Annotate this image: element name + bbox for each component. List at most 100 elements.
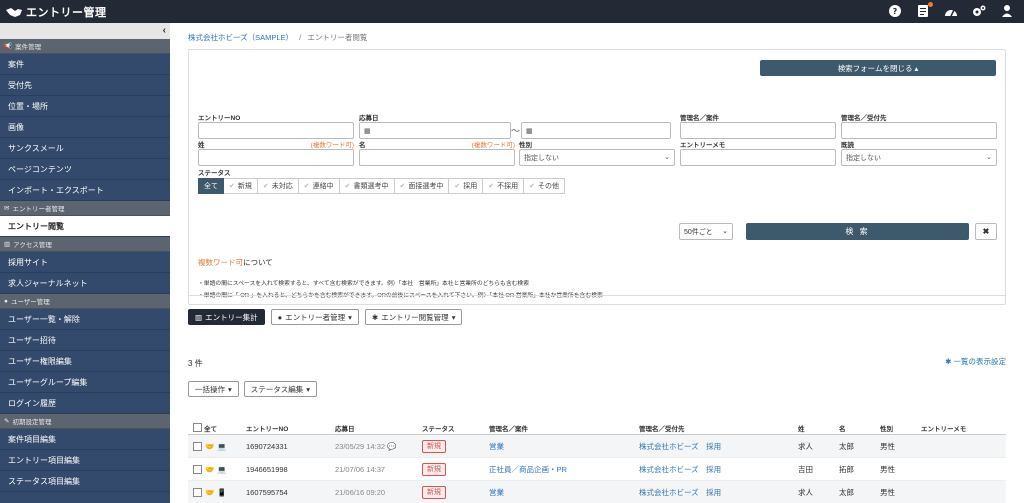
status-unhandled-button[interactable]: ✔ 未対応	[257, 178, 299, 194]
table-row[interactable]: 🤝 💻 1690724331 23/05/29 14:32 💬 新規 営業 株式会…	[188, 435, 1006, 458]
apply-date-from-input[interactable]: ▦	[359, 122, 511, 139]
last-name-input[interactable]	[198, 149, 354, 166]
entry-stats-button[interactable]: ▥ エントリー集計	[188, 309, 265, 325]
calendar-icon: ▦	[526, 127, 533, 135]
case-link[interactable]: 営業	[489, 487, 504, 498]
table-row[interactable]: 🤝 💻 1946651998 21/07/06 14:37 新規 正社員／商品企画…	[188, 458, 1006, 481]
apply-date-to-input[interactable]: ▦	[521, 122, 671, 139]
entry-view-manage-dropdown[interactable]: ✱ エントリー閲覧管理 ▾	[364, 309, 463, 325]
sidebar-item-entry-field[interactable]: エントリー項目編集	[0, 450, 170, 471]
apply-date: 21/07/06 14:37	[335, 464, 386, 474]
receiver-link[interactable]: 株式会社ホビーズ 採用	[639, 487, 721, 498]
select-all-checkbox[interactable]: 全て	[193, 423, 217, 433]
entry-no: 1690724331	[246, 441, 288, 451]
row-checkbox[interactable]	[193, 487, 202, 497]
help-icon[interactable]: ?	[888, 4, 902, 18]
sidebar-item-location[interactable]: 位置・場所	[0, 96, 170, 117]
status-edit-dropdown[interactable]: ステータス編集 ▾	[243, 381, 318, 397]
gender: 男性	[880, 464, 895, 474]
breadcrumb-company[interactable]: 株式会社ホビーズ（SAMPLE）	[188, 33, 293, 42]
sidebar-item-login-history[interactable]: ログイン履歴	[0, 393, 170, 414]
apply-date-field-group: 応募日 ▦	[359, 112, 511, 139]
sidebar-item-user-invite[interactable]: ユーザー招待	[0, 330, 170, 351]
list-display-settings-link[interactable]: ✱ 一覧の表示設定	[945, 356, 1006, 367]
status-other-button[interactable]: ✔ その他	[524, 178, 565, 194]
header-manager-receiver[interactable]: 管理名／受付先	[639, 423, 685, 433]
sidebar-item-recruit-site[interactable]: 採用サイト	[0, 252, 170, 273]
clear-icon[interactable]: ✖	[975, 223, 997, 240]
manager-receiver-field-group: 管理名／受付先	[841, 112, 997, 139]
sidebar-item-case-field[interactable]: 案件項目編集	[0, 429, 170, 450]
sidebar-item-receiver[interactable]: 受付先	[0, 75, 170, 96]
header-status[interactable]: ステータス	[422, 423, 455, 433]
dashboard-gauge-icon[interactable]	[944, 4, 958, 18]
sidebar-item-user-group[interactable]: ユーザーグループ編集	[0, 372, 170, 393]
close-search-form-button[interactable]: 検索フォームを閉じる ▴	[760, 60, 996, 76]
breadcrumb: 株式会社ホビーズ（SAMPLE） / エントリー者閲覧	[188, 32, 367, 43]
bar-chart-icon: ▥	[4, 241, 11, 248]
sidebar-item-page-content[interactable]: ページコンテンツ	[0, 159, 170, 180]
sidebar-collapse[interactable]: ‹	[0, 23, 170, 39]
status-new-button[interactable]: ✔ 新規	[224, 178, 258, 194]
manager-receiver-input[interactable]	[841, 122, 997, 139]
first-name-input[interactable]	[359, 149, 515, 166]
sidebar-item-case[interactable]: 案件	[0, 54, 170, 75]
apply-date: 21/06/16 09:20	[335, 487, 386, 497]
manager-case-input[interactable]	[680, 122, 836, 139]
receiver-link[interactable]: 株式会社ホビーズ 採用	[639, 441, 721, 452]
sidebar-item-entry-view[interactable]: エントリー閲覧	[0, 216, 170, 237]
first-name-field-group: 名 (複数ワード可)	[359, 139, 515, 166]
entry-no-input[interactable]	[198, 122, 354, 139]
user-icon[interactable]	[1000, 4, 1014, 18]
chat-bubble-icon: 💬	[387, 441, 397, 451]
sidebar-item-import-export[interactable]: インポート・エクスポート	[0, 180, 170, 201]
sidebar-item-status-field[interactable]: ステータス項目編集	[0, 471, 170, 492]
gender-select[interactable]: 指定しない ⌄	[519, 149, 675, 166]
status-document-screening-button[interactable]: ✔ 書類選考中	[339, 178, 395, 194]
status-interview-button[interactable]: ✔ 面接選考中	[394, 178, 450, 194]
header-last-name[interactable]: 姓	[798, 423, 805, 433]
header-gender[interactable]: 性別	[880, 423, 893, 433]
sidebar-section-user: ● ユーザー管理	[0, 294, 170, 309]
sidebar-item-thanks-mail[interactable]: サンクスメール	[0, 138, 170, 159]
entry-memo-input[interactable]	[680, 149, 836, 166]
handshake-icon: 🤝	[205, 464, 215, 474]
case-link[interactable]: 営業	[489, 441, 504, 452]
entry-manage-dropdown[interactable]: ● エントリー者管理 ▾	[270, 309, 359, 325]
sidebar-item-job-journal[interactable]: 求人ジャーナルネット	[0, 273, 170, 294]
header-entry-memo[interactable]: エントリーメモ	[921, 423, 966, 433]
chevron-left-icon[interactable]: ‹	[163, 25, 166, 36]
section-divider	[188, 295, 1006, 296]
status-rejected-button[interactable]: ✔ 不採用	[483, 178, 525, 194]
last-name-field-group: 姓 (複数ワード可)	[198, 139, 354, 166]
status-all-button[interactable]: 全て	[198, 178, 224, 194]
bulk-ops-dropdown[interactable]: 一括操作 ▾	[188, 381, 239, 397]
caret-down-icon: ▾	[228, 384, 232, 394]
header-apply-date[interactable]: 応募日	[335, 423, 355, 433]
per-page-select[interactable]: 50件ごと ⌄	[679, 223, 733, 240]
settings-gears-icon[interactable]	[972, 4, 986, 18]
sidebar-item-image[interactable]: 画像	[0, 117, 170, 138]
header-manager-case[interactable]: 管理名／案件	[489, 423, 528, 433]
check-icon: ✔	[262, 183, 269, 190]
search-button[interactable]: 検 索	[746, 223, 969, 240]
status-contacting-button[interactable]: ✔ 連絡中	[298, 178, 340, 194]
sidebar-item-user-permission[interactable]: ユーザー権限編集	[0, 351, 170, 372]
header-entry-no[interactable]: エントリーNO	[246, 423, 288, 433]
row-checkbox[interactable]	[193, 441, 202, 451]
notice-document-icon[interactable]	[916, 2, 933, 18]
receiver-link[interactable]: 株式会社ホビーズ 採用	[639, 464, 721, 475]
case-link[interactable]: 正社員／商品企画・PR	[489, 464, 567, 475]
status-hired-button[interactable]: ✔ 採用	[449, 178, 484, 194]
sidebar-section-initial: ✎ 初期設定管理	[0, 414, 170, 429]
chevron-down-icon: ⌄	[986, 154, 992, 161]
row-checkbox[interactable]	[193, 464, 202, 474]
app-logo[interactable]: エントリー管理	[6, 4, 107, 20]
mobile-device-icon: 📱	[217, 487, 227, 497]
sidebar-item-user-list[interactable]: ユーザー一覧・解除	[0, 309, 170, 330]
table-row[interactable]: 🤝 📱 1607595754 21/06/16 09:20 新規 営業 株式会社ホ…	[188, 481, 1006, 503]
header-first-name[interactable]: 名	[839, 423, 846, 433]
read-select[interactable]: 指定しない ⌄	[841, 149, 997, 166]
check-icon: ✔	[303, 183, 310, 190]
breadcrumb-current: エントリー者閲覧	[307, 33, 368, 42]
